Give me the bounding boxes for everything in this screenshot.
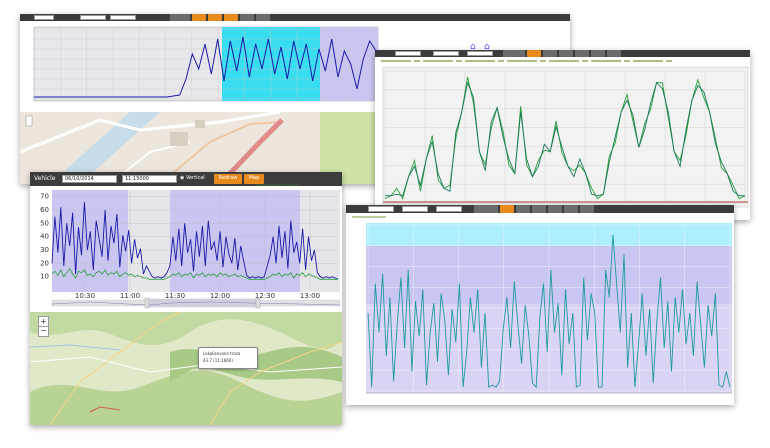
field-b1[interactable] [395, 51, 421, 56]
field-b2[interactable] [433, 51, 459, 56]
field-a3[interactable] [110, 15, 136, 20]
field-d3[interactable] [436, 206, 462, 212]
y-tick-label: 60 [40, 206, 49, 214]
toolbar-middle-right [375, 50, 750, 57]
x-tick-label: 13:00 [300, 292, 320, 300]
x-tick-label: 11:30 [165, 292, 185, 300]
tab-a3[interactable] [208, 14, 222, 21]
map-popup: Lokalizovaná trasa 43.7 (11:1660) [198, 347, 258, 369]
tab-b6[interactable] [591, 50, 605, 57]
vehicle-label: Vehicle [34, 175, 56, 182]
y-tick-label: 30 [40, 246, 49, 254]
map-popup-line2: 43.7 (11:1660) [203, 358, 233, 363]
tab-a4[interactable] [224, 14, 238, 21]
tab-b5[interactable] [575, 50, 589, 57]
field-d1[interactable] [368, 206, 394, 212]
navigator-handle-right[interactable] [255, 297, 261, 309]
y-tick-label: 50 [40, 219, 49, 227]
chart-middle-right [375, 57, 750, 220]
y-tick-label: 70 [40, 193, 49, 201]
tab-b1[interactable] [503, 50, 525, 57]
tab-d5[interactable] [548, 205, 562, 213]
tab-d2[interactable] [500, 205, 514, 213]
toolbar-bottom-right [346, 205, 734, 213]
y-tick-label: 10 [40, 273, 49, 281]
field-b3[interactable] [467, 51, 493, 56]
tab-a5[interactable] [240, 14, 254, 21]
date-from-field[interactable]: 06/10/2014 [62, 175, 117, 183]
field-a2[interactable] [80, 15, 106, 20]
tab-d3[interactable] [516, 205, 530, 213]
field-d2[interactable] [402, 206, 428, 212]
window-front: Vehicle 06/10/2014 11:15000 ◉ Vertical R… [30, 172, 342, 425]
window-bottom-right [346, 205, 734, 405]
tab-a2[interactable] [192, 14, 206, 21]
y-tick-label: 40 [40, 233, 49, 241]
tab-d6[interactable] [564, 205, 578, 213]
tab-d4[interactable] [532, 205, 546, 213]
toolbar-back-left [20, 14, 570, 21]
tab-b4[interactable] [559, 50, 573, 57]
redraw-button[interactable]: Redraw [214, 174, 242, 184]
map-zoom-out-button[interactable]: − [38, 326, 49, 337]
date-to-field[interactable]: 11:15000 [122, 175, 177, 183]
vertical-radio-label: Vertical [185, 175, 205, 181]
tab-d7[interactable] [580, 205, 594, 213]
speed-chart: 70605040302010 10:30 11:00 11:30 12:00 12:30… [30, 186, 342, 312]
map-popup-line1: Lokalizovaná trasa [203, 351, 241, 356]
x-tick-label: 11:00 [120, 292, 140, 300]
navigator-handle-left[interactable] [144, 297, 150, 309]
field-a1[interactable] [34, 15, 54, 20]
chart-bottom-right [346, 213, 734, 405]
navigator-window[interactable] [147, 298, 259, 308]
tab-b3[interactable] [543, 50, 557, 57]
vertical-radio[interactable]: ◉ Vertical [180, 175, 205, 181]
x-tick-label: 12:00 [210, 292, 230, 300]
window-middle-right [375, 50, 750, 220]
tab-b7[interactable] [607, 50, 621, 57]
y-tick-label: 20 [40, 259, 49, 267]
tab-d1[interactable] [474, 205, 498, 213]
terrain-map[interactable] [30, 311, 342, 425]
tab-b2[interactable] [527, 50, 541, 57]
tab-a1[interactable] [170, 14, 190, 21]
tab-a6[interactable] [256, 14, 270, 21]
x-tick-label: 10:30 [75, 292, 95, 300]
map-button[interactable]: Map [244, 174, 264, 184]
